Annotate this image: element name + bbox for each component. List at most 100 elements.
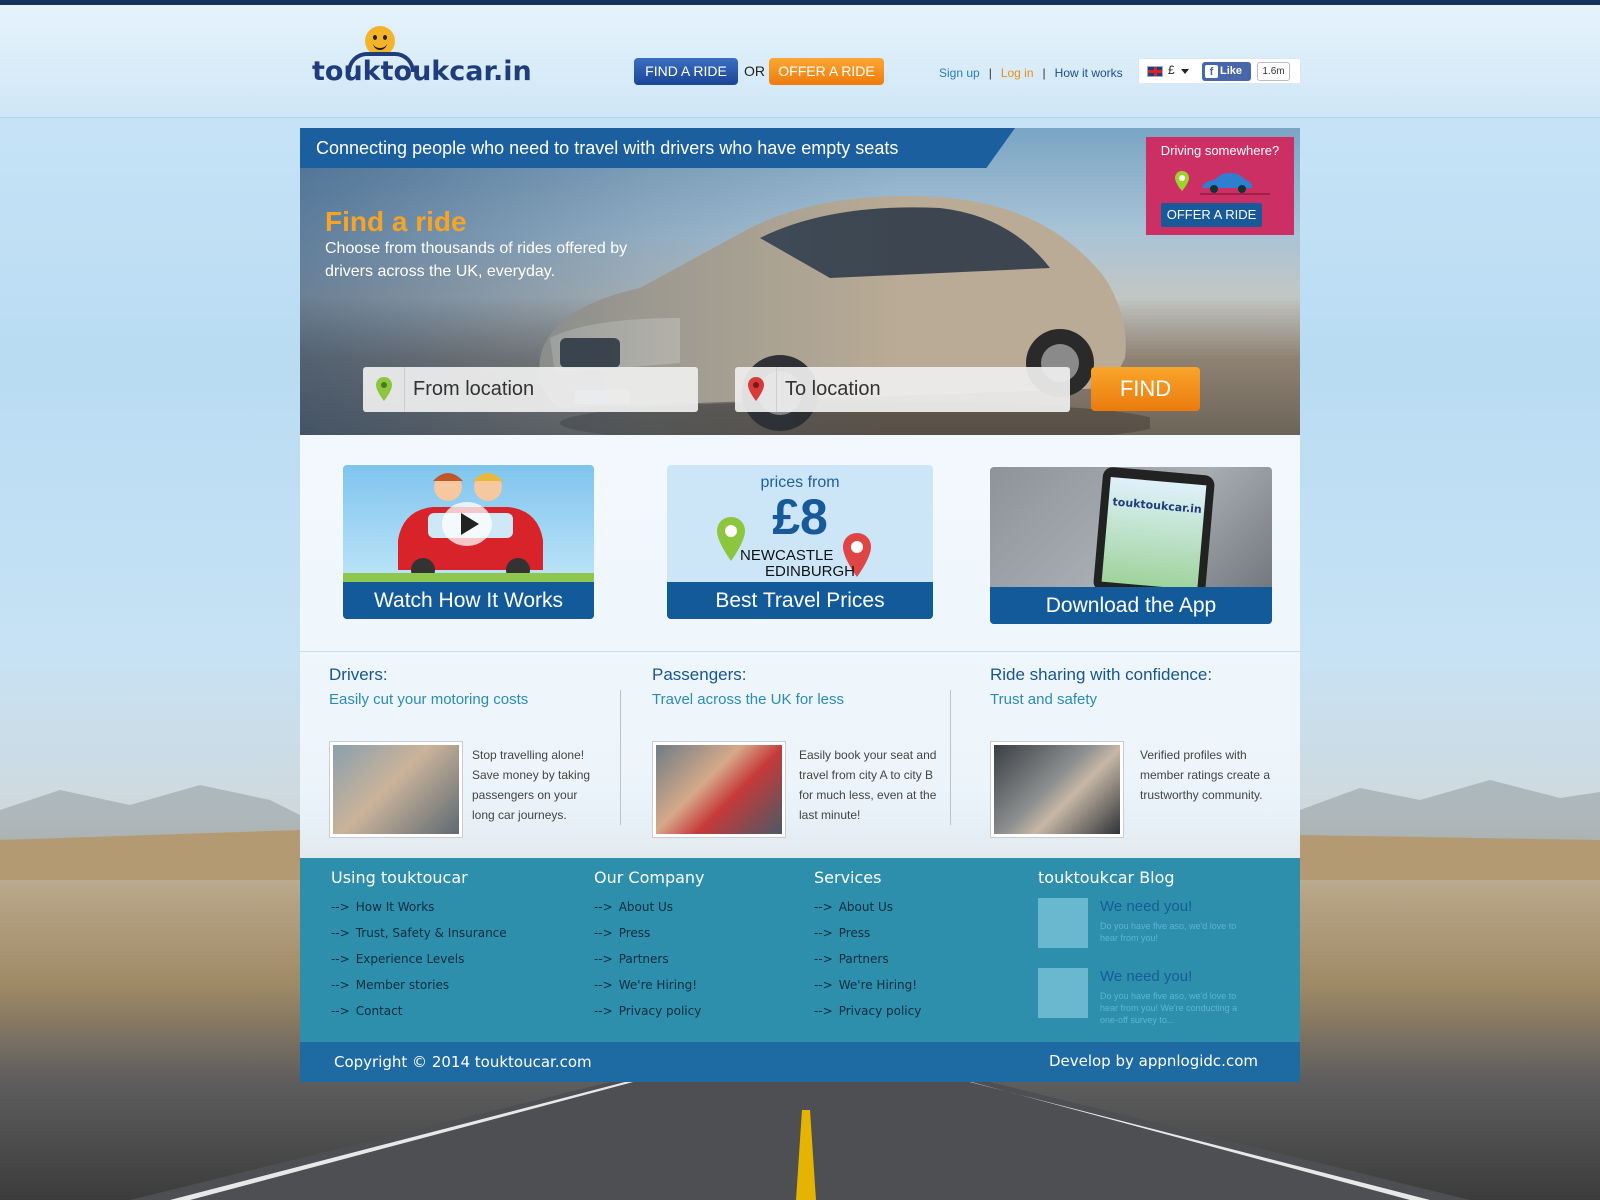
footer-services-column: Services --> About Us --> Press --> Partner…: [814, 868, 921, 1030]
to-location-input[interactable]: [785, 373, 1055, 405]
footer-link[interactable]: --> Trust, Safety & Insurance: [331, 926, 507, 952]
passengers-title: Passengers:: [652, 665, 747, 684]
blog-thumbnail: [1038, 898, 1088, 948]
footer-link[interactable]: --> We're Hiring!: [594, 978, 705, 1004]
footer-link[interactable]: --> Press: [814, 926, 921, 952]
car-icon: [1200, 173, 1270, 195]
footer-link[interactable]: --> Press: [594, 926, 705, 952]
uk-flag-icon[interactable]: [1147, 66, 1163, 77]
find-ride-button[interactable]: FIND A RIDE: [634, 58, 738, 85]
driving-somewhere-box: Driving somewhere? OFFER A RIDE: [1146, 137, 1294, 235]
nav-separator: |: [988, 66, 992, 80]
facebook-like-label: Like: [1220, 65, 1243, 77]
facebook-like-count: 1.6m: [1257, 62, 1290, 81]
column-divider: [950, 690, 951, 825]
footer-company-column: Our Company --> About Us --> Press --> Part…: [594, 868, 705, 1030]
offer-ride-button[interactable]: OFFER A RIDE: [769, 58, 884, 85]
from-pin-cell: [363, 367, 405, 412]
watch-how-it-works-card[interactable]: Watch How It Works: [343, 465, 594, 619]
city-from: NEWCASTLE: [740, 547, 834, 564]
phone-image: touktoukcar.in: [1092, 467, 1216, 601]
blog-thumbnail: [1038, 968, 1088, 1018]
passengers-column: Passengers: Travel across the UK for les…: [652, 665, 952, 838]
location-pin-icon: [1175, 171, 1189, 191]
trust-column: Ride sharing with confidence: Trust and …: [990, 665, 1290, 838]
red-pin-icon: [748, 377, 764, 401]
drivers-column: Drivers: Easily cut your motoring costs …: [329, 665, 619, 838]
best-travel-prices-card[interactable]: prices from £8 NEWCASTLE EDINBURGH Best …: [667, 465, 933, 619]
passengers-photo: [652, 741, 786, 838]
footer-link[interactable]: --> Experience Levels: [331, 952, 507, 978]
developer-credit[interactable]: Develop by appnlogidc.com: [1049, 1052, 1258, 1070]
footer-using-column: Using touktoucar --> How It Works --> Trus…: [331, 868, 507, 1030]
logo-text: touktoukcar.in: [312, 56, 532, 87]
group-photo: [990, 741, 1124, 838]
footer-link[interactable]: --> Member stories: [331, 978, 507, 1004]
header-nav: Sign up | Log in | How it works: [939, 66, 1123, 80]
blog-post[interactable]: We need you! Do you have five aso, we'd …: [1038, 968, 1248, 1028]
find-ride-subtitle: Choose from thousands of rides offered b…: [325, 240, 628, 280]
footer-link[interactable]: --> We're Hiring!: [814, 978, 921, 1004]
or-label: OR: [744, 63, 765, 79]
how-it-works-link[interactable]: How it works: [1055, 66, 1123, 80]
to-pin-cell: [735, 367, 777, 412]
phone-screen: touktoukcar.in: [1101, 477, 1207, 590]
passengers-subtitle: Travel across the UK for less: [652, 691, 845, 708]
footer-company-title: Our Company: [594, 868, 705, 887]
blog-post-excerpt: Do you have five aso, we'd love to hear …: [1100, 991, 1238, 1025]
site-logo[interactable]: touktoukcar.in: [312, 26, 552, 96]
price-value: £8: [772, 489, 828, 545]
facebook-icon: f: [1205, 65, 1218, 78]
drivers-title: Drivers:: [329, 665, 388, 684]
from-location-input[interactable]: [413, 373, 683, 405]
facebook-like-button[interactable]: f Like: [1202, 62, 1251, 81]
chevron-down-icon[interactable]: [1181, 69, 1189, 74]
best-travel-prices-label: Best Travel Prices: [667, 582, 933, 619]
trust-title: Ride sharing with confidence:: [990, 665, 1213, 684]
drivers-text: Stop travelling alone! Save money by tak…: [472, 748, 591, 822]
blog-post-excerpt: Do you have five aso, we'd love to hear …: [1100, 921, 1237, 943]
download-app-card[interactable]: touktoukcar.in Download the App: [990, 467, 1272, 624]
footer-link[interactable]: --> Partners: [594, 952, 705, 978]
watch-how-it-works-label: Watch How It Works: [343, 582, 594, 619]
hero-section: Connecting people who need to travel wit…: [300, 128, 1300, 435]
drivers-subtitle: Easily cut your motoring costs: [329, 691, 529, 708]
currency-selector[interactable]: £: [1168, 63, 1175, 77]
footer-link[interactable]: --> Contact: [331, 1004, 507, 1030]
column-divider: [620, 690, 621, 825]
footer-link[interactable]: --> About Us: [814, 900, 921, 926]
footer-link[interactable]: --> Partners: [814, 952, 921, 978]
find-button[interactable]: FIND: [1091, 367, 1200, 411]
city-to: EDINBURGH: [765, 563, 856, 580]
trust-text: Verified profiles with member ratings cr…: [1140, 748, 1271, 802]
driver-photo: [329, 741, 463, 838]
footer-blog-title: touktoukcar Blog: [1038, 868, 1175, 887]
footer-link[interactable]: --> About Us: [594, 900, 705, 926]
driving-somewhere-title: Driving somewhere?: [1160, 143, 1280, 158]
trust-subtitle: Trust and safety: [990, 691, 1097, 708]
copyright-text: Copyright © 2014 touktoucar.com: [334, 1053, 592, 1071]
to-location-field: [735, 367, 1070, 412]
footer-using-title: Using touktoucar: [331, 868, 468, 887]
download-app-label: Download the App: [990, 587, 1272, 624]
green-pin-icon: [376, 377, 392, 401]
nav-separator: |: [1042, 66, 1046, 80]
section-divider: [300, 651, 1300, 652]
footer-blog-column: touktoukcar Blog We need you! Do you hav…: [1038, 868, 1278, 1038]
footer: Using touktoucar --> How It Works --> Trus…: [300, 858, 1300, 1042]
copyright-bar: Copyright © 2014 touktoucar.com Develop …: [300, 1042, 1300, 1082]
footer-link[interactable]: --> Privacy policy: [594, 1004, 705, 1030]
app-logo: touktoukcar.in: [1112, 495, 1203, 517]
locale-social-box: £ f Like 1.6m: [1138, 58, 1301, 84]
blog-post-title[interactable]: We need you!: [1100, 968, 1192, 985]
log-in-link[interactable]: Log in: [1001, 66, 1034, 80]
footer-link[interactable]: --> How It Works: [331, 900, 507, 926]
blog-post[interactable]: We need you! Do you have five aso, we'd …: [1038, 898, 1248, 958]
offer-ride-hero-button[interactable]: OFFER A RIDE: [1161, 203, 1262, 227]
main-content: Watch How It Works prices from £8 NEWCAS…: [300, 435, 1300, 858]
footer-link[interactable]: --> Privacy policy: [814, 1004, 921, 1030]
play-icon[interactable]: [442, 502, 492, 546]
from-location-field: [363, 367, 698, 412]
sign-up-link[interactable]: Sign up: [939, 66, 980, 80]
blog-post-title[interactable]: We need you!: [1100, 898, 1192, 915]
